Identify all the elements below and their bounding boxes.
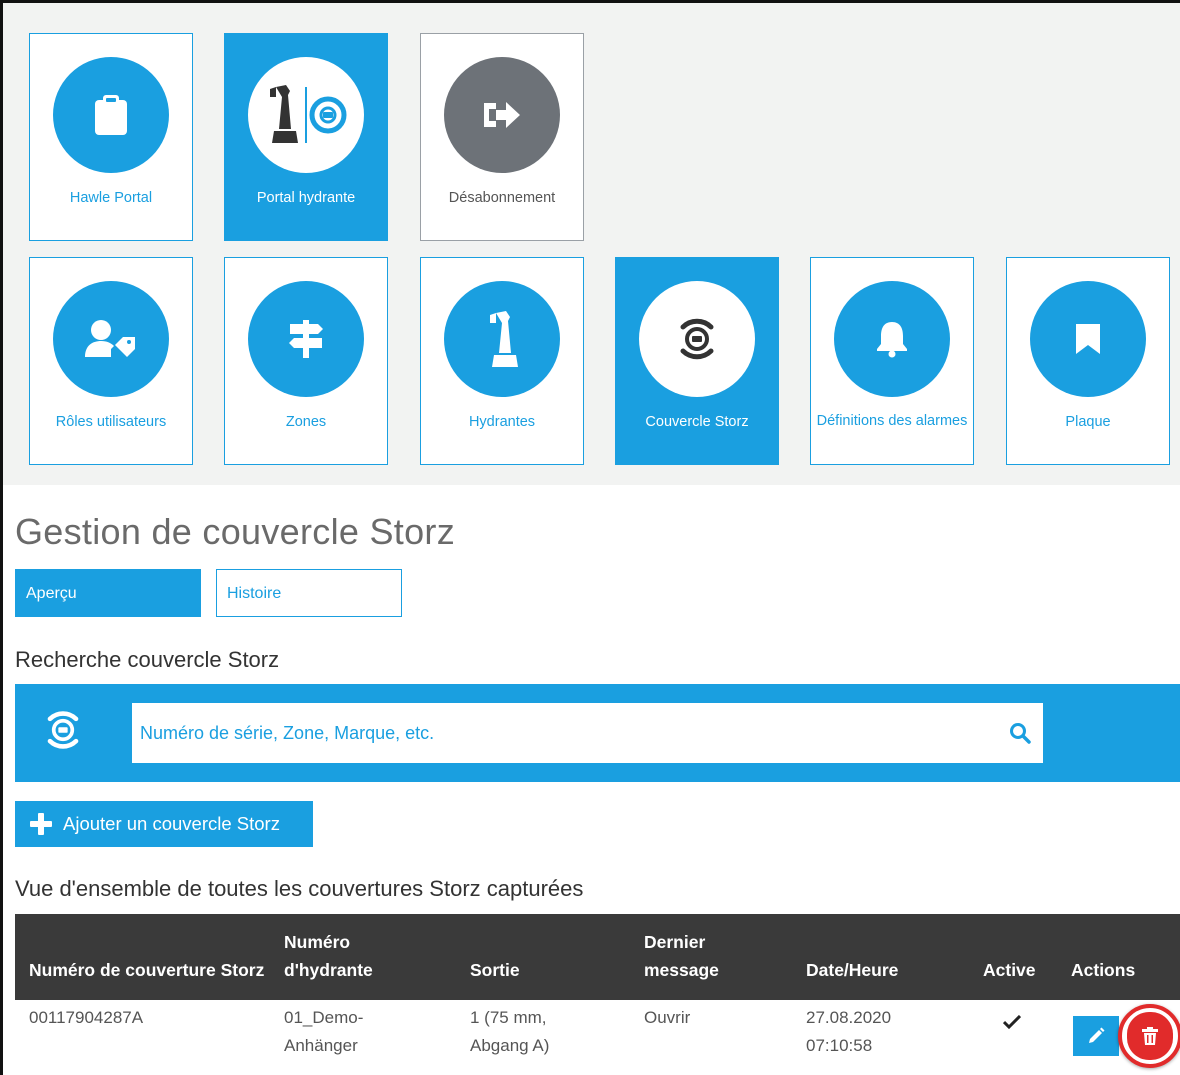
plus-icon	[30, 813, 52, 835]
datetime-cell: 27.08.2020 07:10:58	[806, 1008, 892, 1055]
user-tag-icon	[53, 281, 169, 397]
column-header[interactable]: Active	[983, 956, 1036, 984]
storz-cover-icon	[639, 281, 755, 397]
delete-button[interactable]	[1127, 1012, 1173, 1060]
tile-label: Rôles utilisateurs	[55, 414, 167, 430]
tab-histoire[interactable]: Histoire	[216, 569, 402, 617]
column-header[interactable]: Sortie	[470, 956, 520, 984]
tile-label: Plaque	[1065, 414, 1111, 430]
tile-label: Zones	[285, 414, 327, 430]
tile-plaque[interactable]: Plaque	[1006, 257, 1170, 465]
tile-zones[interactable]: Zones	[224, 257, 388, 465]
portal-page: Hawle Portal Portal hydrante Désabonneme…	[0, 0, 1180, 1075]
pencil-icon	[1089, 1027, 1105, 1043]
tile-label: Portal hydrante	[256, 190, 356, 206]
column-header[interactable]: Numéro d'hydrante	[284, 928, 434, 984]
trash-icon	[1142, 1027, 1158, 1045]
bookmark-icon	[1030, 281, 1146, 397]
tab-apercu[interactable]: Aperçu	[15, 569, 201, 617]
tile-label: Couvercle Storz	[645, 414, 749, 430]
tile-roles-utilisateurs[interactable]: Rôles utilisateurs	[29, 257, 193, 465]
tiles-area: Hawle Portal Portal hydrante Désabonneme…	[3, 3, 1180, 485]
column-header: Actions	[1071, 960, 1136, 980]
edit-button[interactable]	[1073, 1016, 1119, 1056]
delete-button-highlight[interactable]	[1118, 1004, 1180, 1068]
search-input[interactable]	[132, 703, 1043, 763]
hydrant-icon	[444, 281, 560, 397]
tile-label: Hydrantes	[468, 414, 536, 430]
storz-cover-icon	[37, 704, 89, 756]
search-bar	[15, 684, 1180, 782]
search-icon[interactable]	[1002, 715, 1038, 751]
hydrant-number-cell: 01_Demo-Anhänger	[284, 1008, 364, 1055]
tile-couvercle-storz[interactable]: Couvercle Storz	[615, 257, 779, 465]
page-title: Gestion de couvercle Storz	[15, 511, 456, 552]
search-heading: Recherche couvercle Storz	[15, 647, 280, 672]
tile-hawle-portal[interactable]: Hawle Portal	[29, 33, 193, 241]
storz-number-cell: 00117904287A	[29, 1008, 144, 1027]
tile-hydrantes[interactable]: Hydrantes	[420, 257, 584, 465]
table-heading: Vue d'ensemble de toutes les couvertures…	[15, 876, 584, 901]
outlet-cell: 1 (75 mm, Abgang A)	[470, 1008, 550, 1055]
column-header[interactable]: Dernier message	[644, 928, 754, 984]
tile-desabonnement[interactable]: Désabonnement	[420, 33, 584, 241]
sign-out-icon	[444, 57, 560, 173]
storz-table: Numéro de couverture Storz Numéro d'hydr…	[15, 914, 1180, 1075]
column-header[interactable]: Numéro de couverture Storz	[29, 956, 269, 984]
tile-label: Définitions des alarmes	[816, 413, 968, 429]
tile-label: Hawle Portal	[69, 190, 153, 206]
checkmark-icon	[1002, 1010, 1022, 1038]
signpost-icon	[248, 281, 364, 397]
clipboard-icon	[53, 57, 169, 173]
table-header: Numéro de couverture Storz Numéro d'hydr…	[15, 914, 1180, 1000]
table-row: 00117904287A 01_Demo-Anhänger 1 (75 mm, …	[15, 1000, 1180, 1075]
add-storz-cover-button[interactable]: Ajouter un couvercle Storz	[15, 801, 313, 847]
column-header[interactable]: Date/Heure	[806, 956, 898, 984]
last-message-cell: Ouvrir	[644, 1008, 691, 1027]
tile-definitions-alarmes[interactable]: Définitions des alarmes	[810, 257, 974, 465]
add-button-label: Ajouter un couvercle Storz	[63, 813, 280, 834]
tile-portal-hydrante[interactable]: Portal hydrante	[224, 33, 388, 241]
hydrant-storz-icon	[248, 57, 364, 173]
tile-label: Désabonnement	[448, 190, 556, 206]
bell-icon	[834, 281, 950, 397]
